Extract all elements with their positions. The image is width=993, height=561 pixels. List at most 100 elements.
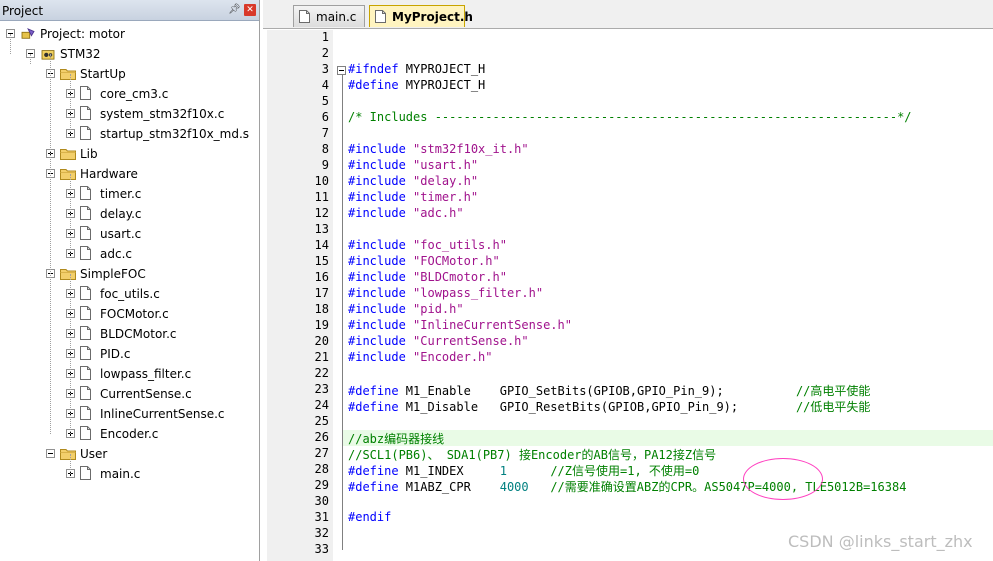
tree-item-label: FOCMotor.c — [100, 307, 169, 321]
tree-file-item[interactable]: core_cm3.c — [0, 84, 259, 104]
code-number: 1 — [499, 464, 507, 478]
line-number: 13 — [314, 222, 329, 236]
code-line: //SCL1(PB6)、 SDA1(PB7) 接Encoder的AB信号，PA1… — [348, 446, 716, 463]
tree-group-item[interactable]: StartUp — [0, 64, 259, 84]
tab-strip: main.c MyProject.h — [263, 0, 993, 29]
code-text: M1_INDEX — [398, 464, 500, 478]
tree-file-item[interactable]: foc_utils.c — [0, 284, 259, 304]
tree-item-label: SimpleFOC — [80, 267, 146, 281]
tree-file-item[interactable]: FOCMotor.c — [0, 304, 259, 324]
source-file-icon — [80, 426, 91, 440]
tree-file-item[interactable]: Encoder.c — [0, 424, 259, 444]
tree-file-item[interactable]: startup_stm32f10x_md.s — [0, 124, 259, 144]
tree-item-label: core_cm3.c — [100, 87, 169, 101]
source-file-icon — [80, 386, 91, 400]
tree-item-label: lowpass_filter.c — [100, 367, 192, 381]
code-comment: //Z信号使用=1, 不使用=0 — [550, 464, 700, 478]
tree-file-item[interactable]: usart.c — [0, 224, 259, 244]
tree-file-item[interactable]: InlineCurrentSense.c — [0, 404, 259, 424]
tree-group-item[interactable]: Lib — [0, 144, 259, 164]
code-keyword: #include — [348, 174, 406, 188]
tab-main-c[interactable]: main.c — [293, 5, 365, 27]
code-string: "adc.h" — [413, 206, 464, 220]
line-number: 31 — [314, 510, 329, 524]
fold-guide — [342, 66, 343, 550]
folder-icon — [60, 69, 76, 80]
source-file-icon — [80, 246, 91, 260]
tree-file-item[interactable]: system_stm32f10x.c — [0, 104, 259, 124]
line-number: 8 — [321, 142, 329, 156]
code-keyword: #include — [348, 206, 406, 220]
folder-icon — [60, 149, 76, 160]
line-number: 15 — [314, 254, 329, 268]
code-string: "foc_utils.h" — [413, 238, 507, 252]
tree-file-item[interactable]: lowpass_filter.c — [0, 364, 259, 384]
code-comment: //低电平失能 — [795, 400, 871, 414]
tree-file-item[interactable]: PID.c — [0, 344, 259, 364]
line-number: 2 — [321, 46, 329, 60]
code-string: "Encoder.h" — [413, 350, 493, 364]
code-line: //abz编码器接线 — [348, 430, 444, 447]
source-file-icon — [80, 306, 91, 320]
tab-myproject-h[interactable]: MyProject.h — [369, 5, 473, 27]
code-keyword: #include — [348, 286, 406, 300]
panel-title: Project — [2, 4, 44, 18]
pin-icon[interactable]: 📌︎ — [228, 4, 241, 15]
line-number: 19 — [314, 318, 329, 332]
tree-file-item[interactable]: main.c — [0, 464, 259, 484]
code-keyword: #include — [348, 318, 406, 332]
collapse-icon[interactable] — [46, 449, 55, 458]
tree-item-label: main.c — [100, 467, 141, 481]
tree-project-item[interactable]: Project: motor — [0, 24, 259, 44]
source-file-icon — [80, 326, 91, 340]
code-line: #include "adc.h" — [348, 206, 464, 220]
source-file-icon — [80, 286, 91, 300]
code-string: "FOCMotor.h" — [413, 254, 500, 268]
code-line: #include "FOCMotor.h" — [348, 254, 500, 268]
tree-item-label: Project: motor — [40, 27, 125, 41]
editor-area: main.c MyProject.h 1 2 3 4 5 6 7 8 9 10 11 12 13 14 15… — [263, 0, 993, 561]
tree-group-item[interactable]: Hardware — [0, 164, 259, 184]
code-line: #include "stm32f10x_it.h" — [348, 142, 529, 156]
tree-file-item[interactable]: BLDCMotor.c — [0, 324, 259, 344]
source-file-icon — [80, 126, 91, 140]
code-keyword: #include — [348, 254, 406, 268]
code-comment: //高电平使能 — [795, 384, 871, 398]
tree-group-item[interactable]: User — [0, 444, 259, 464]
tree-group-item[interactable]: SimpleFOC — [0, 264, 259, 284]
tree-item-label: STM32 — [60, 47, 101, 61]
line-number: 5 — [321, 94, 329, 108]
source-file-icon — [80, 366, 91, 380]
code-text: MYPROJECT_H — [398, 62, 486, 76]
fold-toggle-icon[interactable] — [337, 66, 346, 75]
line-number: 24 — [314, 398, 329, 412]
code-keyword: #define — [348, 384, 399, 398]
tree-item-label: Hardware — [80, 167, 138, 181]
tree-item-label: StartUp — [80, 67, 126, 81]
tree-target-item[interactable]: STM32 — [0, 44, 259, 64]
tree-guide-line — [10, 34, 11, 54]
tree-file-item[interactable]: delay.c — [0, 204, 259, 224]
tree-file-item[interactable]: timer.c — [0, 184, 259, 204]
line-number: 20 — [314, 334, 329, 348]
tree-file-item[interactable]: adc.c — [0, 244, 259, 264]
code-string: "BLDCmotor.h" — [413, 270, 507, 284]
code-line: #include "CurrentSense.h" — [348, 334, 529, 348]
code-line: #include "timer.h" — [348, 190, 478, 204]
code-line: #include "delay.h" — [348, 174, 478, 188]
project-panel: Project 📌︎ ✕ Project: motor STM32 StartUp c… — [0, 0, 260, 561]
line-number: 14 — [314, 238, 329, 252]
folder-icon — [60, 169, 76, 180]
line-number: 3 — [321, 62, 329, 76]
tree-guide-line — [70, 274, 71, 434]
code-line: /* Includes ----------------------------… — [348, 110, 912, 124]
project-icon — [21, 28, 35, 39]
tree-item-label: InlineCurrentSense.c — [100, 407, 225, 421]
close-icon[interactable]: ✕ — [244, 4, 256, 16]
tree-file-item[interactable]: CurrentSense.c — [0, 384, 259, 404]
tree-item-label: Lib — [80, 147, 98, 161]
line-number: 17 — [314, 286, 329, 300]
